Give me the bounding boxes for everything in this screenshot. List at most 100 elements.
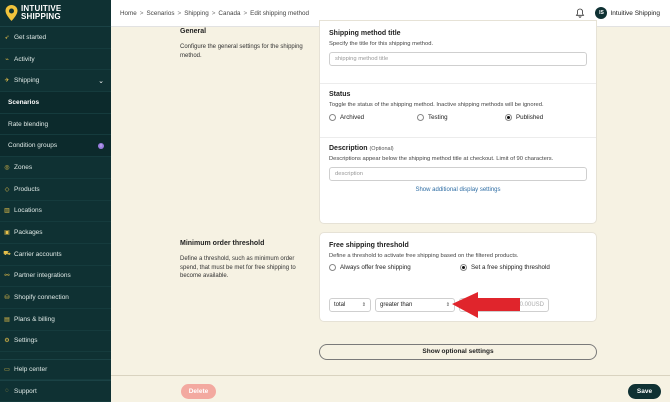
sidebar-item-activity[interactable]: ⌁ Activity xyxy=(0,49,111,71)
user-name[interactable]: Intuitive Shipping xyxy=(610,10,660,17)
sidebar-item-label: Products xyxy=(14,185,40,193)
sidebar-item-rate-blending[interactable]: Rate blending xyxy=(0,113,111,136)
partner-icon: ⚯ xyxy=(4,273,10,280)
radio-label: Archived xyxy=(340,114,365,121)
status-heading: Status xyxy=(329,91,351,98)
save-button[interactable]: Save xyxy=(628,384,661,399)
method-title-input[interactable]: shipping method title xyxy=(329,52,587,66)
sidebar-item-label: Packages xyxy=(14,229,43,237)
radio-label: Published xyxy=(516,114,544,121)
shopify-icon: ⛁ xyxy=(4,295,10,302)
sidebar-item-locations[interactable]: ▥ Locations xyxy=(0,201,111,223)
method-title-heading: Shipping method title xyxy=(329,30,401,37)
sidebar-item-scenarios[interactable]: Scenarios xyxy=(0,92,111,114)
sidebar-item-shipping[interactable]: ✈ Shipping ⌄ xyxy=(0,70,111,93)
sidebar-item-label: Plans & billing xyxy=(14,315,55,323)
brand-name: INTUITIVE SHIPPING xyxy=(21,5,61,21)
support-icon: ◌ xyxy=(5,388,9,395)
free-shipping-heading: Free shipping threshold xyxy=(329,242,409,249)
show-display-settings-link[interactable]: Show additional display settings xyxy=(329,181,587,195)
avatar[interactable]: IS xyxy=(595,7,608,19)
chevron-updown-icon: ⇕ xyxy=(445,302,450,308)
radio-label: Testing xyxy=(428,114,448,121)
free-shipping-section: Free shipping threshold Define a thresho… xyxy=(320,233,596,278)
sidebar-item-plans-billing[interactable]: ▤ Plans & billing xyxy=(0,309,111,331)
help-icon: ▭ xyxy=(4,366,10,373)
packages-icon: ▣ xyxy=(4,230,10,237)
status-section: Status Toggle the status of the shipping… xyxy=(320,84,596,138)
description-input[interactable]: description xyxy=(329,167,587,181)
description-section: Description (Optional) Descriptions appe… xyxy=(320,138,596,202)
brand-logo[interactable]: INTUITIVE SHIPPING xyxy=(0,0,111,27)
billing-icon: ▤ xyxy=(4,316,10,323)
sidebar-item-products[interactable]: ◇ Products xyxy=(0,179,111,201)
status-testing-radio[interactable]: Testing xyxy=(417,114,505,121)
bell-icon[interactable] xyxy=(575,8,585,18)
activity-icon: ⌁ xyxy=(5,56,9,63)
breadcrumb: Home > Scenarios > Shipping > Canada > Edit … xyxy=(111,10,309,17)
status-published-radio[interactable]: Published xyxy=(505,114,543,121)
status-archived-radio[interactable]: Archived xyxy=(329,114,417,121)
sidebar-item-support[interactable]: ◌ Support xyxy=(0,380,111,402)
sidebar-item-label: Partner integrations xyxy=(14,272,71,280)
location-pin-icon xyxy=(5,5,18,21)
shipping-icon: ✈ xyxy=(4,78,10,85)
radio-label: Set a free shipping threshold xyxy=(471,264,550,271)
sidebar-item-settings[interactable]: ⚙ Settings xyxy=(0,331,111,353)
method-title-section: Shipping method title Specify the title … xyxy=(320,21,596,84)
sidebar-item-partner-integrations[interactable]: ⚯ Partner integrations xyxy=(0,266,111,288)
free-shipping-radio-group: Always offer free shipping Set a free sh… xyxy=(329,264,587,271)
chevron-updown-icon: ⇕ xyxy=(361,302,366,308)
breadcrumb-home[interactable]: Home xyxy=(120,10,137,17)
method-title-help: Specify the title for this shipping meth… xyxy=(329,41,434,47)
sidebar-item-label: Zones xyxy=(14,163,33,171)
set-threshold-radio[interactable]: Set a free shipping threshold xyxy=(460,264,550,271)
breadcrumb-separator: > xyxy=(243,9,248,17)
sidebar-item-get-started[interactable]: ➶ Get started xyxy=(0,27,111,49)
breadcrumb-canada[interactable]: Canada xyxy=(218,10,240,17)
breadcrumb-scenarios[interactable]: Scenarios xyxy=(146,10,174,17)
zones-icon: ◎ xyxy=(4,164,10,171)
general-section-label: General Configure the general settings f… xyxy=(180,28,308,60)
sidebar-item-shopify-connection[interactable]: ⛁ Shopify connection xyxy=(0,287,111,309)
minimum-section-label: Minimum order threshold Define a thresho… xyxy=(180,240,308,281)
sidebar-item-carrier-accounts[interactable]: ⛟ Carrier accounts xyxy=(0,244,111,266)
select-value: total xyxy=(334,302,346,308)
products-icon: ◇ xyxy=(4,186,10,193)
optional-tag: (Optional) xyxy=(369,146,394,152)
show-optional-settings-button[interactable]: Show optional settings xyxy=(319,344,597,360)
sidebar-item-packages[interactable]: ▣ Packages xyxy=(0,222,111,244)
footer-bar: Delete Save xyxy=(111,375,670,402)
sidebar-item-condition-groups[interactable]: Condition groups! xyxy=(0,135,111,158)
sidebar-item-zones[interactable]: ◎ Zones xyxy=(0,157,111,179)
annotation-arrow-icon xyxy=(452,292,520,318)
sidebar-item-label: Settings xyxy=(14,337,38,345)
radio-circle xyxy=(329,114,336,121)
radio-circle xyxy=(329,264,336,271)
sidebar-item-label: Locations xyxy=(14,207,42,215)
breadcrumb-separator: > xyxy=(139,9,144,17)
sidebar-item-label: Support xyxy=(14,387,37,395)
breadcrumb-current: Edit shipping method xyxy=(250,9,309,17)
sidebar-item-help-center[interactable]: ▭ Help center xyxy=(0,358,111,381)
threshold-operator-select[interactable]: greater than ⇕ xyxy=(375,298,455,312)
always-free-radio[interactable]: Always offer free shipping xyxy=(329,264,460,271)
select-value: greater than xyxy=(380,302,413,308)
sidebar-item-label: Activity xyxy=(14,55,35,63)
gear-icon: ⚙ xyxy=(4,338,10,345)
description-heading-text: Description xyxy=(329,145,368,152)
sidebar-item-label: Carrier accounts xyxy=(14,250,62,258)
sidebar-bottom: ▭ Help center ◌ Support xyxy=(0,358,111,402)
sidebar-item-label: Help center xyxy=(14,365,48,373)
rocket-icon: ➶ xyxy=(4,34,10,41)
breadcrumb-shipping[interactable]: Shipping xyxy=(184,10,209,17)
chevron-down-icon: ⌄ xyxy=(98,77,104,85)
status-radio-group: Archived Testing Published xyxy=(329,114,587,121)
threshold-field-select[interactable]: total ⇕ xyxy=(329,298,371,312)
free-shipping-help: Define a threshold to activate free ship… xyxy=(329,253,519,259)
minimum-title: Minimum order threshold xyxy=(180,240,265,247)
notification-badge: ! xyxy=(98,142,104,149)
topbar-right: IS Intuitive Shipping xyxy=(575,7,670,19)
currency-suffix: 0.00USD xyxy=(519,302,544,308)
delete-button[interactable]: Delete xyxy=(181,384,216,399)
